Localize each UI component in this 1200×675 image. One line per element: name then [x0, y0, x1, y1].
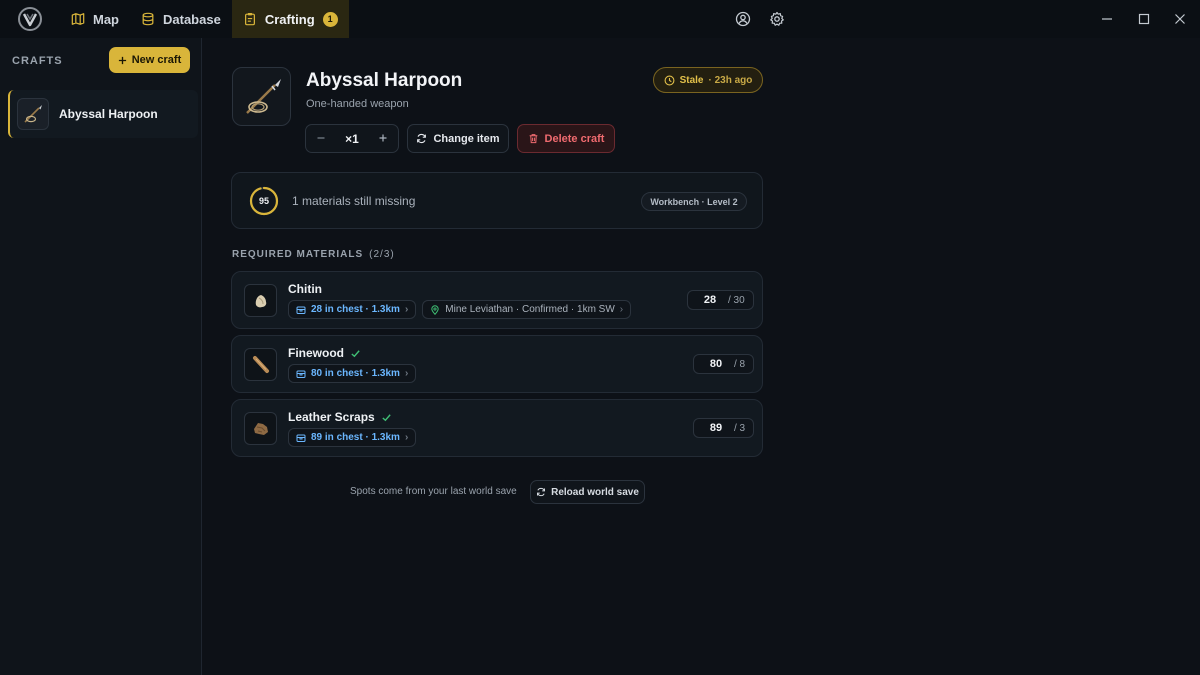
- leather-icon: [253, 422, 268, 435]
- sidebar-item-label: Abyssal Harpoon: [59, 107, 158, 121]
- top-bar: Map Database Crafting 1: [0, 0, 1200, 38]
- map-pin-icon: [431, 304, 439, 315]
- source-location-text: Mine Leviathan · Confirmed · 1km SW: [445, 304, 615, 315]
- material-name-text: Leather Scraps: [288, 410, 375, 424]
- tab-map-label: Map: [93, 11, 119, 27]
- harpoon-icon: [245, 78, 281, 114]
- delete-craft-label: Delete craft: [544, 132, 605, 145]
- trash-icon: [529, 134, 537, 144]
- material-count: 80 / 8: [693, 354, 755, 374]
- check-icon: [351, 349, 360, 357]
- tab-database-label: Database: [163, 11, 221, 27]
- refresh-icon: [537, 487, 546, 497]
- new-craft-label: New craft: [131, 54, 182, 66]
- increment-button[interactable]: [378, 131, 388, 146]
- chevron-right-icon: ›: [404, 304, 409, 315]
- material-name: Finewood: [288, 346, 361, 360]
- material-icon-finewood: [244, 348, 277, 381]
- material-need: / 3: [734, 422, 746, 434]
- tab-crafting-label: Crafting: [264, 11, 315, 27]
- chitin-icon: [255, 294, 266, 307]
- material-have: 28: [703, 294, 717, 306]
- material-row-chitin: Chitin 28 in chest · 1.3km › Mine Leviat…: [231, 271, 763, 329]
- finewood-icon: [252, 355, 269, 373]
- maximize-icon[interactable]: [1137, 12, 1151, 26]
- reload-world-save-button[interactable]: Reload world save: [530, 480, 645, 504]
- craft-title: Abyssal Harpoon: [306, 70, 463, 91]
- change-item-button[interactable]: Change item: [407, 124, 509, 153]
- item-image: [232, 67, 291, 126]
- material-count: 89 / 3: [693, 418, 755, 438]
- clipboard-icon: [244, 13, 255, 26]
- chest-location-chip[interactable]: 80 in chest · 1.3km ›: [288, 364, 417, 383]
- chest-location-chip[interactable]: 89 in chest · 1.3km ›: [288, 428, 417, 447]
- app-logo[interactable]: [0, 0, 60, 38]
- plus-icon: [118, 56, 126, 64]
- decrement-button[interactable]: [316, 131, 326, 146]
- quantity-stepper[interactable]: ×1: [305, 124, 399, 153]
- gear-icon[interactable]: [769, 11, 785, 27]
- crafting-count-badge: 1: [322, 11, 338, 27]
- material-need: / 30: [728, 294, 745, 306]
- chevron-right-icon: ›: [619, 304, 624, 315]
- check-icon: [382, 413, 391, 421]
- material-name-text: Finewood: [288, 346, 344, 360]
- source-location-chip[interactable]: Mine Leviathan · Confirmed · 1km SW ›: [422, 300, 632, 319]
- harpoon-icon: [24, 105, 42, 123]
- material-name-text: Chitin: [288, 282, 322, 296]
- chest-location-chip[interactable]: 28 in chest · 1.3km ›: [288, 300, 417, 319]
- stale-age: · 23h ago: [708, 74, 753, 86]
- material-have: 89: [709, 422, 723, 434]
- chest-icon: [296, 306, 306, 314]
- minus-icon: [317, 137, 325, 139]
- clock-icon: [664, 75, 675, 85]
- material-icon-leather-scraps: [244, 412, 277, 445]
- material-name: Chitin: [288, 282, 322, 296]
- craft-category: One-handed weapon: [306, 98, 409, 110]
- database-icon: [142, 12, 154, 26]
- new-craft-button[interactable]: New craft: [109, 47, 190, 73]
- map-icon: [71, 13, 85, 25]
- stale-label: Stale: [679, 74, 704, 86]
- materials-title: REQUIRED MATERIALS: [232, 249, 364, 260]
- delete-craft-button[interactable]: Delete craft: [517, 124, 615, 153]
- missing-materials-text: 1 materials still missing: [292, 194, 416, 208]
- station-chip: Workbench · Level 2: [641, 192, 747, 211]
- chest-location-text: 80 in chest · 1.3km: [311, 368, 400, 379]
- quantity-value: ×1: [345, 131, 359, 146]
- material-row-finewood: Finewood 80 in chest · 1.3km › 80 / 8: [231, 335, 763, 393]
- account-icon[interactable]: [735, 11, 751, 27]
- material-row-leather-scraps: Leather Scraps 89 in chest · 1.3km › 89 …: [231, 399, 763, 457]
- chevron-right-icon: ›: [404, 368, 409, 379]
- refresh-icon: [417, 133, 427, 144]
- material-name: Leather Scraps: [288, 410, 392, 424]
- chevron-right-icon: ›: [404, 432, 409, 443]
- plus-icon: [379, 134, 387, 142]
- tab-crafting[interactable]: Crafting 1: [231, 0, 349, 38]
- sidebar-title: CRAFTS: [12, 55, 63, 67]
- material-count: 28 / 30: [687, 290, 754, 310]
- craft-thumbnail: [17, 98, 49, 130]
- chest-icon: [296, 370, 306, 378]
- minimize-icon[interactable]: [1100, 12, 1114, 26]
- world-save-note: Spots come from your last world save: [350, 486, 517, 497]
- materials-section-title: REQUIRED MATERIALS (2/3): [232, 249, 395, 260]
- progress-value: 95: [258, 196, 269, 206]
- material-have: 80: [709, 358, 723, 370]
- chest-icon: [296, 434, 306, 442]
- chest-location-text: 28 in chest · 1.3km: [311, 304, 400, 315]
- app-logo-icon: [18, 7, 42, 31]
- material-icon-chitin: [244, 284, 277, 317]
- stale-status-badge: Stale · 23h ago: [653, 67, 763, 93]
- reload-world-save-label: Reload world save: [551, 486, 639, 498]
- materials-count: (2/3): [369, 249, 395, 260]
- close-icon[interactable]: [1173, 12, 1187, 26]
- change-item-label: Change item: [433, 132, 500, 145]
- sidebar-item-abyssal-harpoon[interactable]: Abyssal Harpoon: [8, 90, 198, 138]
- material-need: / 8: [734, 358, 746, 370]
- chest-location-text: 89 in chest · 1.3km: [311, 432, 400, 443]
- tab-database[interactable]: Database: [130, 0, 232, 38]
- progress-card: 95 1 materials still missing Workbench ·…: [231, 172, 763, 229]
- tab-map[interactable]: Map: [60, 0, 130, 38]
